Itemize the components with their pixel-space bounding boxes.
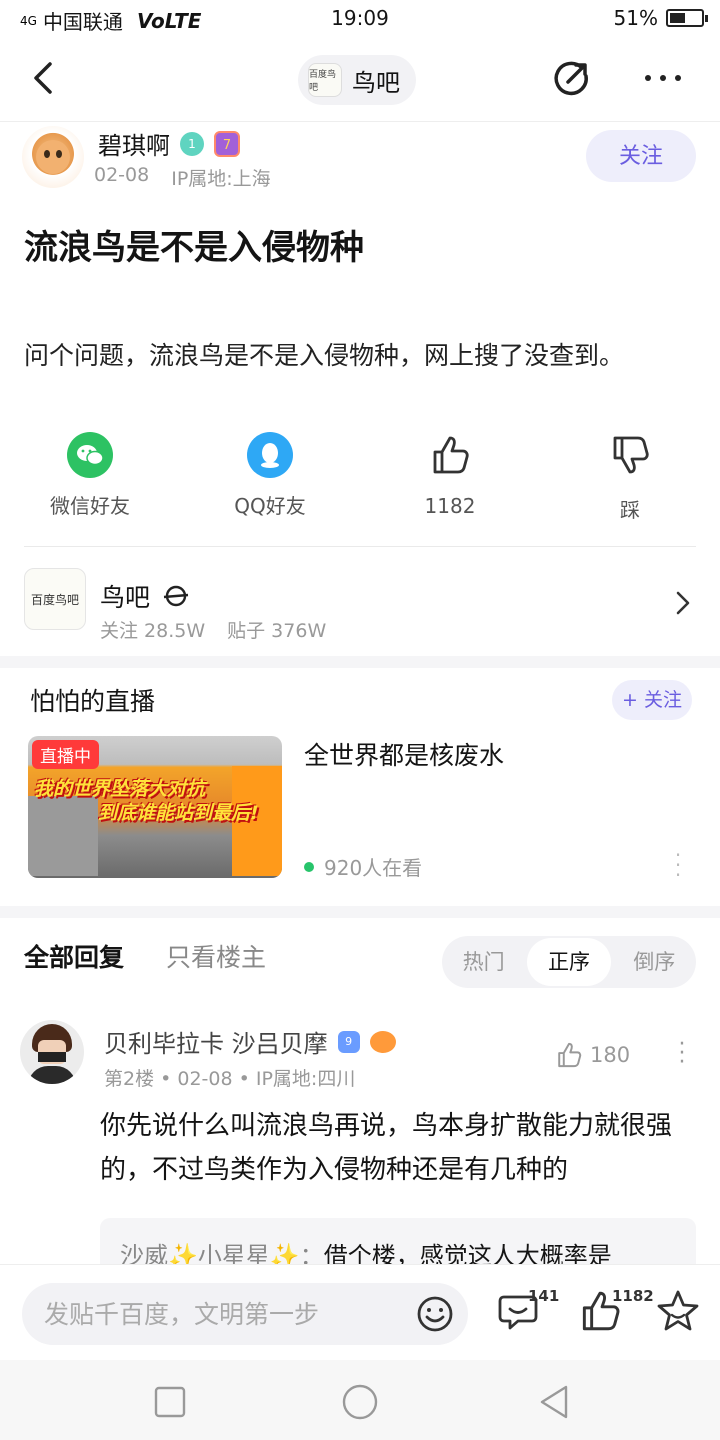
post-actions: 微信好友 QQ好友 1182 踩 [0,432,720,532]
post-body: 问个问题，流浪鸟是不是入侵物种，网上搜了没查到。 [24,341,625,370]
share-qq-button[interactable]: QQ好友 [180,432,360,519]
top-nav: 百度鸟吧 鸟吧 [0,40,720,122]
planet-icon [163,585,189,607]
thumb-caption-2: 到底谁能站到最后! [98,802,259,824]
share-wechat-button[interactable]: 微信好友 [0,432,180,519]
level-badge-icon: 1 [180,131,204,156]
comment-count: 141 [528,1287,560,1305]
avatar-face [36,140,70,174]
thumbs-down-icon [613,436,649,474]
author-meta: 02-08 IP属地:上海 [94,164,271,191]
sort-hot[interactable]: 热门 [442,938,525,986]
live-section-title: 怕怕的直播 [30,687,156,716]
qq-icon [247,432,293,478]
post-date: 02-08 [94,164,150,186]
back-arrow-icon[interactable] [26,58,66,98]
tab-op-only[interactable]: 只看楼主 [166,938,266,974]
reply-input-box[interactable] [22,1283,468,1345]
forum-card[interactable]: 百度鸟吧 鸟吧 关注 28.5W 贴子 376W [0,562,720,646]
dislike-button[interactable]: 踩 [540,432,720,523]
commenter-name[interactable]: 贝利毕拉卡 沙吕贝摩 [104,1024,328,1059]
forum-pill[interactable]: 百度鸟吧 鸟吧 [298,55,416,105]
live-viewers: 920人在看 [304,852,422,881]
divider [24,546,696,547]
emoji-badge-icon [369,1030,396,1053]
status-bar: 4G 中国联通 VoLTE 19:09 51% [0,0,720,38]
forum-pill-name: 鸟吧 [352,68,400,97]
forum-posts: 贴子 376W [227,620,327,642]
back-triangle-icon[interactable] [534,1382,574,1422]
section-gap [0,906,720,918]
avatar-eye [44,150,50,158]
comment-like-button[interactable]: 180 [554,1040,630,1070]
bottom-bar: 141 1182 [0,1264,720,1360]
sort-toggle: 热门 正序 倒序 [442,936,696,988]
live-follow-button[interactable]: + 关注 [612,680,692,720]
sort-ascending[interactable]: 正序 [527,938,611,986]
section-gap [0,656,720,668]
battery-icon [666,9,708,27]
live-thumbnail[interactable]: 直播中 我的世界坠落大对抗 到底谁能站到最后! [28,736,282,878]
reply-input[interactable] [44,1293,404,1335]
emoji-icon[interactable] [416,1295,454,1333]
recents-square-icon[interactable] [150,1382,190,1422]
battery-percent: 51% [613,6,658,30]
comment-like-count: 180 [590,1043,631,1067]
qq-label: QQ好友 [234,494,306,518]
author-name-row: 碧琪啊 1 7 [98,126,240,161]
comment-text: 你先说什么叫流浪鸟再说，鸟本身扩散能力就很强的，不过鸟类作为入侵物种还是有几种的 [100,1111,673,1185]
sort-descending[interactable]: 倒序 [613,938,696,986]
more-icon[interactable] [640,60,686,96]
like-count: 1182 [424,494,476,518]
forum-name: 鸟吧 [100,583,151,612]
status-time: 19:09 [331,6,389,30]
post-ip: IP属地:上海 [171,168,271,190]
system-nav-bar [0,1360,720,1440]
forum-followers: 关注 28.5W [100,620,206,642]
thumbs-up-icon [558,1042,582,1068]
live-stream-title[interactable]: 全世界都是核废水 [304,736,504,772]
live-more-icon[interactable]: · · · [668,845,688,885]
commenter-avatar[interactable] [20,1020,84,1084]
chevron-right-icon [676,591,690,615]
follow-button[interactable]: 关注 [586,130,696,182]
live-viewer-count: 920人在看 [324,856,423,880]
thumb-caption-1: 我的世界坠落大对抗 [34,778,206,800]
author-row: 碧琪啊 1 7 02-08 IP属地:上海 关注 [0,124,720,194]
forum-stats: 关注 28.5W 贴子 376W [100,616,326,643]
post-title: 流浪鸟是不是入侵物种 [24,228,364,268]
forum-name-row: 鸟吧 [100,578,190,614]
commenter-name-row: 贝利毕拉卡 沙吕贝摩 9 [104,1024,396,1059]
live-dot-icon [304,861,314,872]
reply-tabs: 全部回复 只看楼主 [24,938,266,974]
dislike-label: 踩 [620,498,640,522]
battery-fill [670,13,686,23]
bottom-like-count: 1182 [612,1287,654,1305]
wechat-label: 微信好友 [50,494,130,518]
author-avatar[interactable] [22,126,84,188]
comment-more-icon[interactable]: · · · [672,1034,692,1074]
share-icon[interactable] [552,58,592,98]
member-badge-icon: 7 [214,130,240,157]
level-badge-icon: 9 [337,1030,360,1053]
status-right: 51% [613,6,708,30]
tab-all-replies[interactable]: 全部回复 [24,938,124,974]
wechat-icon [67,432,113,478]
thumbs-up-icon [433,436,469,474]
avatar-eye [56,150,62,158]
avatar-mask [38,1052,66,1062]
forum-logo: 百度鸟吧 [24,568,86,630]
home-circle-icon[interactable] [340,1382,380,1422]
avatar-body [28,1066,76,1084]
like-button[interactable]: 1182 [360,432,540,518]
forum-logo-mini: 百度鸟吧 [308,63,342,97]
thumb-block [28,796,98,876]
comment-meta: 第2楼 • 02-08 • IP属地:四川 [104,1068,356,1090]
live-tag: 直播中 [32,740,99,769]
favorite-star-icon[interactable] [654,1287,702,1335]
author-name[interactable]: 碧琪啊 [98,126,170,161]
